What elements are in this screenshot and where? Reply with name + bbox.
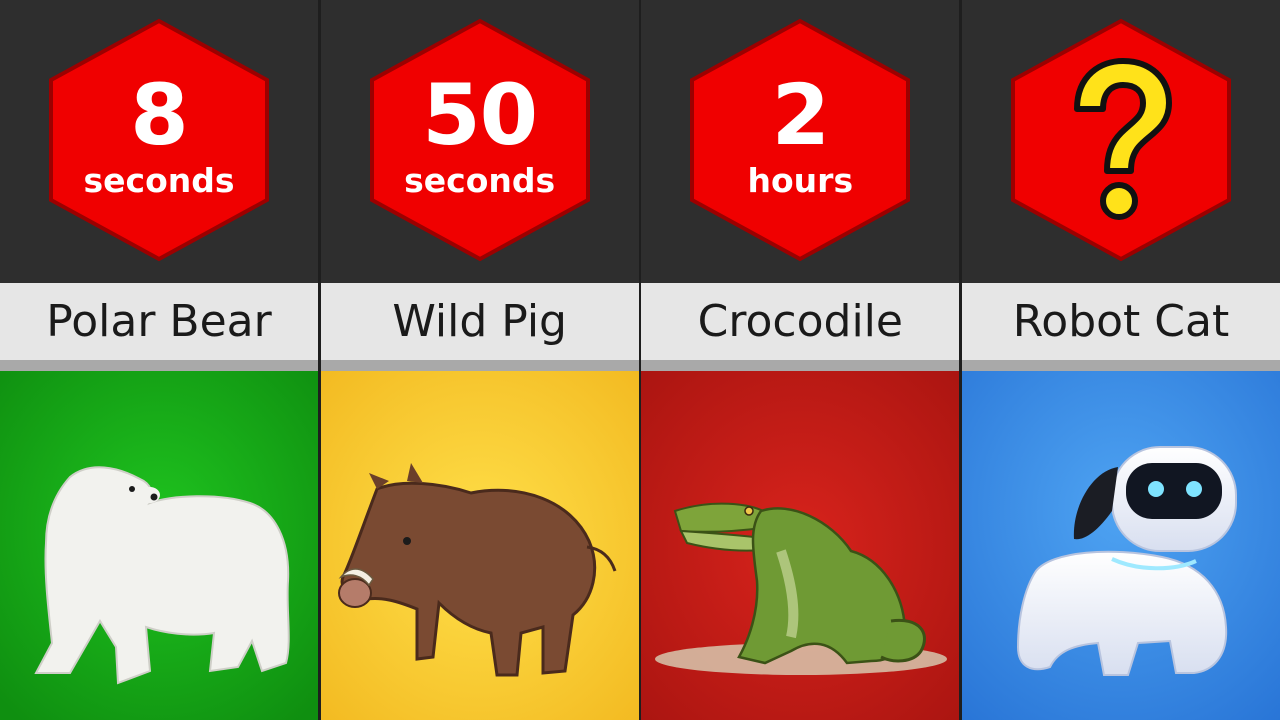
stat-panel: 2 hours (641, 0, 960, 283)
stat-number: 2 (771, 66, 830, 164)
stat-number: 50 (422, 66, 538, 164)
crocodile-image (641, 371, 960, 720)
card-crocodile: 2 hours Crocodile (641, 0, 960, 720)
stat-unit: seconds (83, 161, 235, 200)
stat-number: 8 (130, 66, 188, 164)
stat-hexagon: 8 seconds (47, 17, 271, 263)
robot-pet-image (961, 371, 1280, 720)
stat-unit: seconds (404, 161, 556, 200)
card-wild-pig: 50 seconds Wild Pig (320, 0, 639, 720)
animal-name: Polar Bear (0, 283, 318, 360)
stat-panel (961, 0, 1280, 283)
animal-name: Crocodile (641, 283, 960, 360)
animal-name: Robot Cat (961, 283, 1280, 360)
card-polar-bear: 8 seconds Polar Bear (0, 0, 318, 720)
divider (641, 360, 960, 371)
divider (320, 360, 639, 371)
divider (961, 360, 1280, 371)
wild-boar-image (320, 371, 639, 720)
stat-unit: hours (747, 161, 854, 200)
card-robot-cat: Robot Cat (961, 0, 1280, 720)
stat-panel: 50 seconds (320, 0, 639, 283)
polar-bear-image (0, 371, 318, 720)
stat-panel: 8 seconds (0, 0, 318, 283)
stat-hexagon (1009, 17, 1233, 263)
divider (0, 360, 318, 371)
stat-hexagon: 50 seconds (368, 17, 592, 263)
question-mark-icon (1073, 58, 1172, 220)
animal-name: Wild Pig (320, 283, 639, 360)
comparison-grid: 8 seconds Polar Bear 50 seconds Wild Pig… (0, 0, 1280, 720)
stat-hexagon: 2 hours (688, 17, 912, 263)
